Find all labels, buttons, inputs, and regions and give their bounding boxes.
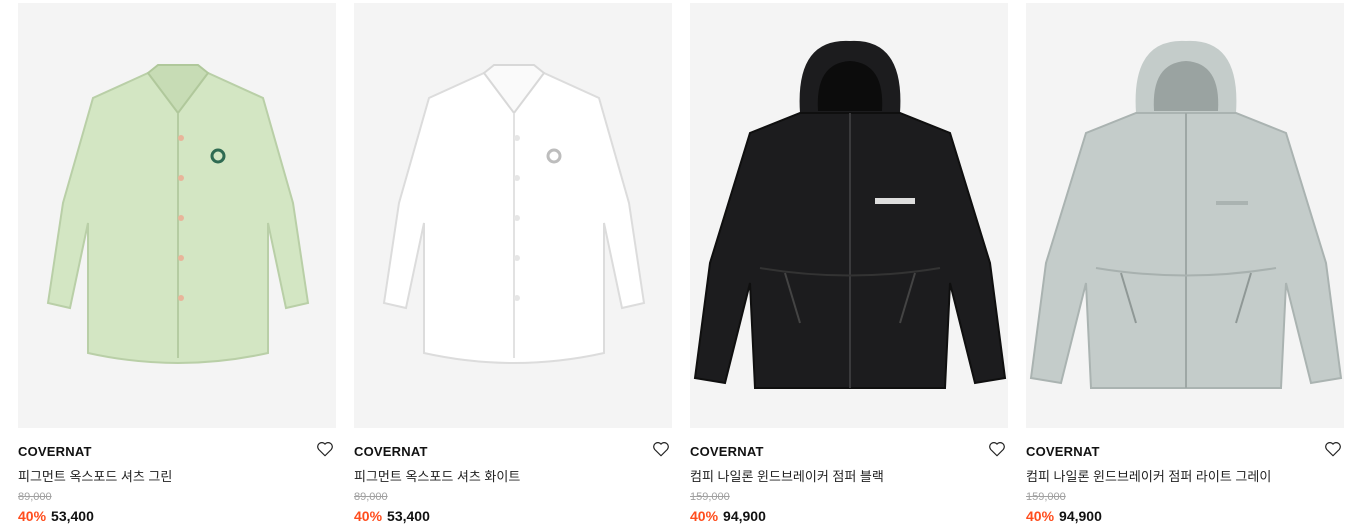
price-row: 40% 53,400: [18, 508, 94, 524]
green-oxford-shirt-icon: [46, 64, 310, 364]
brand-name[interactable]: COVERNAT: [354, 444, 428, 459]
product-name[interactable]: 피그먼트 옥스포드 셔츠 화이트: [354, 466, 520, 485]
product-card[interactable]: COVERNAT 컴피 나일론 윈드브레이커 점퍼 블랙 159,000 40%…: [690, 3, 1008, 524]
product-name[interactable]: 컴피 나일론 윈드브레이커 점퍼 블랙: [690, 466, 884, 485]
product-image[interactable]: [354, 3, 672, 428]
black-windbreaker-jacket-icon: [693, 40, 1007, 389]
product-image[interactable]: [18, 3, 336, 428]
brand-name[interactable]: COVERNAT: [1026, 444, 1100, 459]
original-price: 89,000: [354, 491, 388, 503]
discount-rate: 40%: [354, 508, 383, 524]
price-row: 40% 94,900: [1026, 508, 1102, 524]
product-card[interactable]: COVERNAT 피그먼트 옥스포드 셔츠 화이트 89,000 40% 53,4…: [354, 3, 672, 524]
discount-rate: 40%: [690, 508, 719, 524]
product-grid: COVERNAT 피그먼트 옥스포드 셔츠 그린 89,000 40% 53,40…: [0, 0, 1351, 531]
price-row: 40% 94,900: [690, 508, 766, 524]
original-price: 159,000: [1026, 491, 1066, 503]
sale-price: 53,400: [51, 508, 94, 524]
price-row: 40% 53,400: [354, 508, 430, 524]
original-price: 89,000: [18, 491, 52, 503]
sale-price: 94,900: [1059, 508, 1102, 524]
product-image[interactable]: [690, 3, 1008, 428]
product-card[interactable]: COVERNAT 컴피 나일론 윈드브레이커 점퍼 라이트 그레이 159,00…: [1026, 3, 1344, 524]
discount-rate: 40%: [18, 508, 47, 524]
light-grey-windbreaker-jacket-icon: [1029, 40, 1343, 389]
heart-icon[interactable]: [316, 440, 334, 458]
white-oxford-shirt-icon: [382, 64, 646, 364]
product-name[interactable]: 피그먼트 옥스포드 셔츠 그린: [18, 466, 172, 485]
original-price: 159,000: [690, 491, 730, 503]
discount-rate: 40%: [1026, 508, 1055, 524]
sale-price: 53,400: [387, 508, 430, 524]
brand-name[interactable]: COVERNAT: [18, 444, 92, 459]
heart-icon[interactable]: [988, 440, 1006, 458]
heart-icon[interactable]: [652, 440, 670, 458]
sale-price: 94,900: [723, 508, 766, 524]
product-name[interactable]: 컴피 나일론 윈드브레이커 점퍼 라이트 그레이: [1026, 466, 1271, 485]
product-card[interactable]: COVERNAT 피그먼트 옥스포드 셔츠 그린 89,000 40% 53,40…: [18, 3, 336, 524]
heart-icon[interactable]: [1324, 440, 1342, 458]
brand-name[interactable]: COVERNAT: [690, 444, 764, 459]
product-image[interactable]: [1026, 3, 1344, 428]
